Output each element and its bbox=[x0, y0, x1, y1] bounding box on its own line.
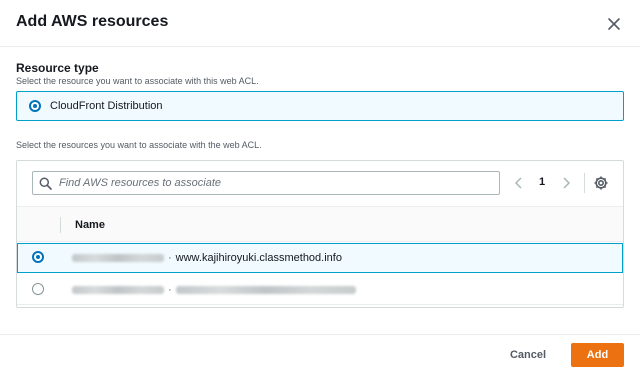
redacted-text bbox=[72, 254, 164, 262]
search-input[interactable] bbox=[59, 172, 495, 194]
resource-type-label: Resource type bbox=[16, 61, 99, 75]
resource-type-option-label: CloudFront Distribution bbox=[50, 100, 163, 112]
resource-name-cell: · bbox=[72, 283, 356, 297]
chevron-left-icon[interactable] bbox=[512, 175, 526, 191]
radio-selected-icon[interactable] bbox=[29, 100, 41, 112]
resource-type-description: Select the resource you want to associat… bbox=[16, 76, 259, 86]
dialog-header: Add AWS resources bbox=[0, 0, 640, 47]
search-field[interactable] bbox=[32, 171, 500, 195]
resource-name-cell: · www.kajihiroyuki.classmethod.info bbox=[72, 251, 342, 265]
dialog-title: Add AWS resources bbox=[16, 13, 169, 30]
current-page-number[interactable]: 1 bbox=[539, 176, 545, 188]
close-icon[interactable] bbox=[603, 13, 625, 35]
separator-dot: · bbox=[168, 284, 172, 296]
separator-dot: · bbox=[168, 252, 172, 264]
table-row[interactable]: · bbox=[17, 275, 623, 305]
table-row[interactable]: · www.kajihiroyuki.classmethod.info bbox=[17, 243, 623, 273]
chevron-right-icon[interactable] bbox=[559, 175, 573, 191]
resource-type-option-cloudfront[interactable]: CloudFront Distribution bbox=[16, 91, 624, 121]
redacted-text bbox=[175, 286, 356, 294]
resource-domain: www.kajihiroyuki.classmethod.info bbox=[175, 252, 342, 264]
cancel-button[interactable]: Cancel bbox=[496, 344, 560, 366]
gear-icon[interactable] bbox=[593, 175, 609, 191]
resources-description: Select the resources you want to associa… bbox=[16, 140, 262, 150]
dialog-footer: Cancel Add bbox=[0, 334, 640, 374]
row-radio-unselected[interactable] bbox=[32, 283, 44, 295]
table-header: Name bbox=[17, 206, 623, 242]
resources-table: 1 Name · www.kajihiroyuki.classmet bbox=[16, 160, 624, 308]
row-radio-selected[interactable] bbox=[32, 251, 44, 263]
redacted-text bbox=[72, 286, 164, 294]
search-icon bbox=[39, 177, 52, 190]
column-header-name: Name bbox=[75, 219, 105, 231]
column-divider bbox=[60, 217, 61, 233]
pagination-divider bbox=[584, 173, 585, 193]
add-button[interactable]: Add bbox=[571, 343, 624, 367]
add-aws-resources-dialog: Add AWS resources Resource type Select t… bbox=[0, 0, 640, 374]
